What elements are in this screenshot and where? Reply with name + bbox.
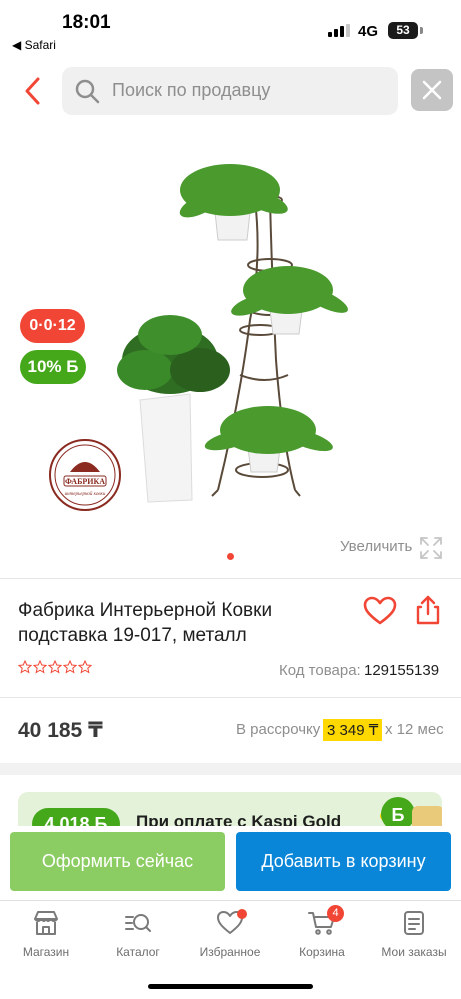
search-placeholder: Поиск по продавцу [112,80,271,100]
product-gallery[interactable]: 0·0·12 10% Б ФАБРИКА интерьерной ковки У… [0,140,461,570]
status-time: 18:01 [62,12,111,33]
installment-months: x 12 мес [385,721,444,738]
store-icon [34,911,58,935]
zoom-label[interactable]: Увеличить [340,538,412,555]
back-to-safari-link[interactable]: ◀ Safari [12,38,56,52]
installment-badge: 0·0·12 [20,309,85,343]
share-icon[interactable] [414,594,442,626]
star-icon [18,660,32,674]
svg-text:ФАБРИКА: ФАБРИКА [65,477,105,486]
tab-store[interactable]: Магазин [0,909,92,959]
rating-stars [18,660,92,674]
bonus-badge: 10% Б [20,350,86,384]
cart-count-badge: 4 [327,905,344,922]
tab-catalog[interactable]: Каталог [92,909,184,959]
tab-label: Корзина [299,945,345,959]
battery-nub [420,27,423,34]
catalog-search-icon [125,914,151,932]
close-icon [422,80,442,100]
divider [0,697,461,698]
add-to-cart-button[interactable]: Добавить в корзину [236,832,451,891]
buy-now-button[interactable]: Оформить сейчас [10,832,225,891]
network-type: 4G [358,23,379,40]
signal-icon [328,24,350,37]
installment-label: В рассрочку [236,721,321,738]
search-header: Поиск по продавцу [0,65,461,117]
search-input[interactable]: Поиск по продавцу [62,67,398,115]
battery-icon: 53 [388,22,418,39]
search-icon [75,79,100,104]
svg-text:Б: Б [392,805,405,825]
product-code-value: 129155139 [364,662,440,679]
home-indicator [148,984,313,989]
favorite-heart-icon[interactable] [363,596,397,626]
tab-cart[interactable]: 4 Корзина [276,905,368,959]
star-icon [33,660,47,674]
star-icon [48,660,62,674]
back-button[interactable] [18,73,48,109]
installment-amount: 3 349 ₸ [323,719,383,741]
notification-dot [237,909,247,919]
tab-label: Каталог [116,945,160,959]
action-bar: Оформить сейчас Добавить в корзину [0,826,461,900]
tab-label: Мои заказы [381,945,447,959]
orders-icon [404,911,424,935]
divider [0,578,461,579]
svg-text:интерьерной ковки: интерьерной ковки [65,491,106,497]
product-price: 40 185 ₸ [18,719,103,742]
status-bar: 18:01 ◀ Safari 4G 53 [0,0,461,60]
tab-label: Магазин [22,945,70,959]
tab-orders[interactable]: Мои заказы [368,909,460,959]
chevron-left-icon [25,77,40,105]
close-button[interactable] [411,69,453,111]
slide-indicator-dot[interactable] [227,553,234,560]
product-code-label: Код товара: [279,662,361,679]
product-title: Фабрика Интерьерной Ковки подставка 19-0… [18,600,273,646]
expand-icon[interactable] [419,536,443,560]
brand-logo: ФАБРИКА интерьерной ковки [49,439,121,511]
star-icon [63,660,77,674]
section-separator [0,763,461,775]
tab-favorites[interactable]: Избранное [184,909,276,959]
tab-label: Избранное [199,945,261,959]
star-icon [78,660,92,674]
